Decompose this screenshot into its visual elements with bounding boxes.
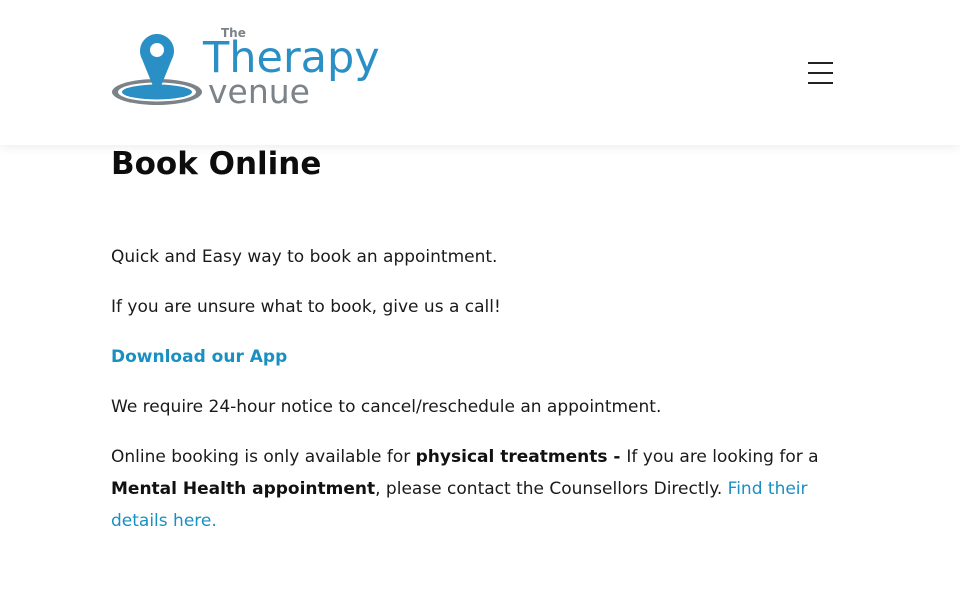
booking-notice-mid: If you are looking for a: [626, 447, 819, 467]
mental-health-text: Mental Health appointment: [111, 479, 376, 499]
menu-bar: [808, 82, 833, 84]
menu-bar: [808, 72, 833, 74]
download-app-link[interactable]: Download our App: [111, 347, 287, 367]
hamburger-menu-icon[interactable]: [808, 61, 834, 85]
physical-treatments-text: physical treatments -: [415, 447, 627, 467]
main-content: Book Online Quick and Easy way to book a…: [111, 145, 836, 537]
intro-text: Quick and Easy way to book an appointmen…: [111, 247, 498, 267]
site-header: The Therapy venue: [0, 0, 960, 145]
download-app-paragraph: Download our App: [111, 341, 836, 373]
therapy-venue-logo[interactable]: The Therapy venue: [111, 26, 401, 110]
booking-notice: Online booking is only available for phy…: [111, 441, 836, 537]
cancel-notice-text: We require 24-hour notice to cancel/resc…: [111, 397, 662, 417]
menu-bar: [808, 62, 833, 64]
call-us-text: If you are unsure what to book, give us …: [111, 297, 501, 317]
logo-line2: venue: [208, 72, 310, 110]
booking-notice-intro: Online booking is only available for: [111, 447, 416, 467]
logo-graphic: The Therapy venue: [112, 26, 380, 110]
booking-notice-after: , please contact the Counsellors Directl…: [375, 479, 728, 499]
page-title: Book Online: [111, 146, 322, 182]
